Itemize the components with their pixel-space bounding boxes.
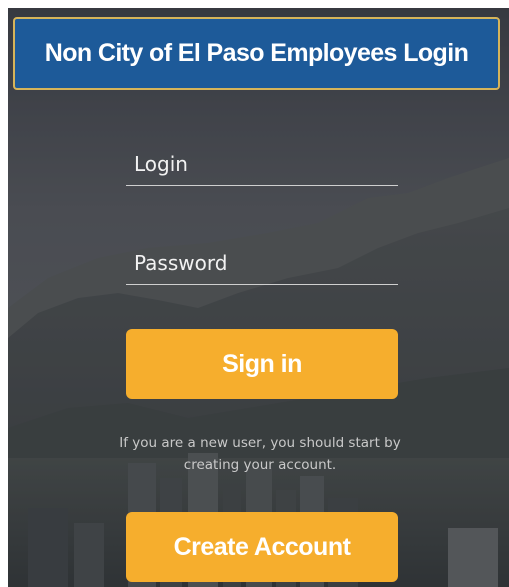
password-field[interactable] <box>126 241 398 285</box>
sign-in-button[interactable]: Sign in <box>126 329 398 399</box>
create-account-button[interactable]: Create Account <box>126 512 398 582</box>
page-margin-left <box>0 0 8 587</box>
page-title: Non City of El Paso Employees Login <box>44 39 469 67</box>
login-input[interactable] <box>134 150 390 178</box>
new-user-hint: If you are a new user, you should start … <box>119 435 401 473</box>
password-input[interactable] <box>134 249 390 277</box>
login-panel: Non City of El Paso Employees Login Sign… <box>0 0 509 587</box>
page-margin-top <box>0 0 509 8</box>
login-title-bar: Non City of El Paso Employees Login <box>13 17 500 90</box>
background-overlay <box>8 8 509 587</box>
login-field[interactable] <box>126 142 398 186</box>
